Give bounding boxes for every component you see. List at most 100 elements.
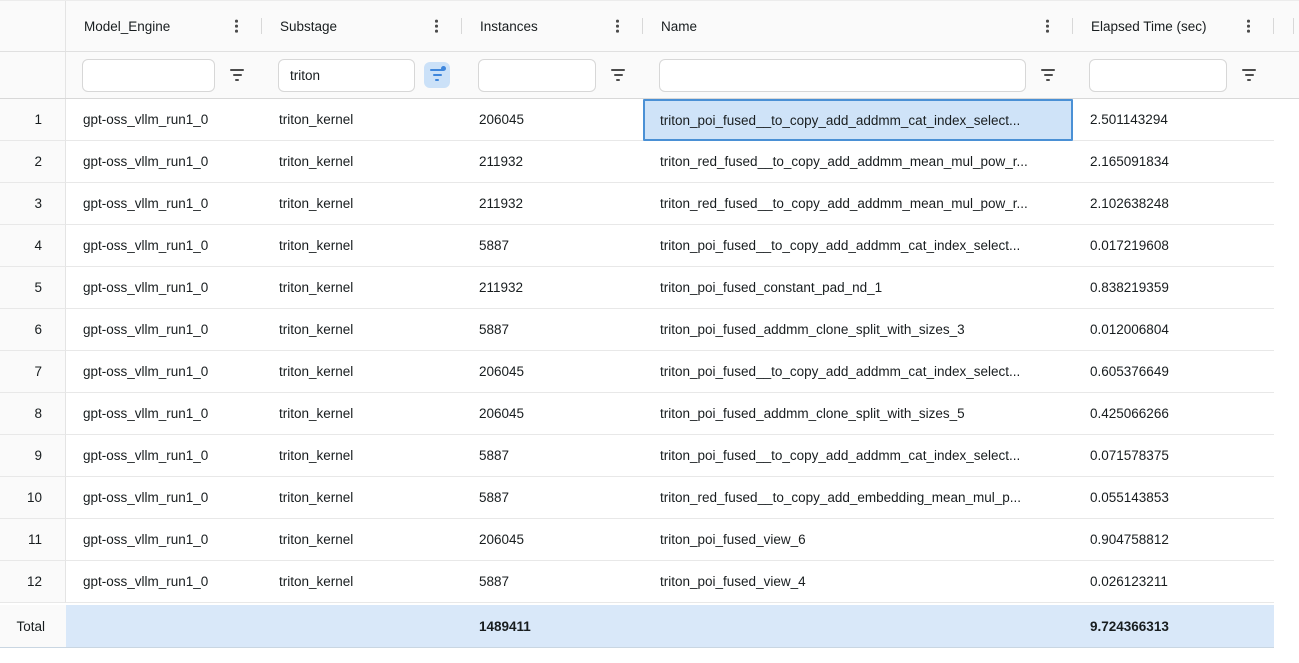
name-cell[interactable]: triton_poi_fused__to_copy_add_addmm_cat_… (643, 225, 1073, 267)
filter-funnel-icon[interactable] (605, 62, 631, 88)
column-header-name[interactable]: Name (643, 1, 1073, 51)
instances-cell[interactable]: 5887 (462, 309, 643, 351)
substage-cell[interactable]: triton_kernel (262, 183, 462, 225)
name-cell-selected[interactable]: triton_poi_fused__to_copy_add_addmm_cat_… (643, 99, 1073, 141)
model-engine-cell[interactable]: gpt-oss_vllm_run1_0 (66, 477, 262, 519)
elapsed-time-cell[interactable]: 0.071578375 (1073, 435, 1274, 477)
substage-filter-input[interactable] (278, 59, 415, 92)
elapsed-time-filter-input[interactable] (1089, 59, 1227, 92)
substage-cell[interactable]: triton_kernel (262, 309, 462, 351)
column-header-substage[interactable]: Substage (262, 1, 462, 51)
name-cell[interactable]: triton_poi_fused__to_copy_add_addmm_cat_… (643, 351, 1073, 393)
table-row[interactable]: 5 gpt-oss_vllm_run1_0 triton_kernel 2119… (0, 267, 1299, 309)
filter-funnel-icon[interactable] (1035, 62, 1061, 88)
substage-cell[interactable]: triton_kernel (262, 519, 462, 561)
elapsed-time-cell[interactable]: 0.017219608 (1073, 225, 1274, 267)
table-row[interactable]: 10 gpt-oss_vllm_run1_0 triton_kernel 588… (0, 477, 1299, 519)
column-menu-icon[interactable] (1042, 16, 1053, 37)
name-cell[interactable]: triton_poi_fused_addmm_clone_split_with_… (643, 393, 1073, 435)
instances-cell[interactable]: 211932 (462, 141, 643, 183)
table-row[interactable]: 9 gpt-oss_vllm_run1_0 triton_kernel 5887… (0, 435, 1299, 477)
grid-edge-separator (1293, 18, 1294, 34)
filter-funnel-icon-active[interactable] (424, 62, 450, 88)
substage-cell[interactable]: triton_kernel (262, 99, 462, 141)
model-engine-cell[interactable]: gpt-oss_vllm_run1_0 (66, 183, 262, 225)
filter-funnel-icon[interactable] (1236, 62, 1262, 88)
substage-cell[interactable]: triton_kernel (262, 225, 462, 267)
instances-cell[interactable]: 211932 (462, 183, 643, 225)
filter-funnel-icon[interactable] (224, 62, 250, 88)
name-cell[interactable]: triton_poi_fused__to_copy_add_addmm_cat_… (643, 435, 1073, 477)
column-menu-icon[interactable] (612, 16, 623, 37)
table-row[interactable]: 3 gpt-oss_vllm_run1_0 triton_kernel 2119… (0, 183, 1299, 225)
table-row[interactable]: 12 gpt-oss_vllm_run1_0 triton_kernel 588… (0, 561, 1299, 603)
model-engine-filter-input[interactable] (82, 59, 215, 92)
substage-cell[interactable]: triton_kernel (262, 561, 462, 603)
row-number: 5 (0, 267, 66, 309)
column-header-elapsed-time[interactable]: Elapsed Time (sec) (1073, 1, 1274, 51)
table-row[interactable]: 2 gpt-oss_vllm_run1_0 triton_kernel 2119… (0, 141, 1299, 183)
instances-cell[interactable]: 206045 (462, 99, 643, 141)
table-row[interactable]: 7 gpt-oss_vllm_run1_0 triton_kernel 2060… (0, 351, 1299, 393)
instances-cell[interactable]: 5887 (462, 435, 643, 477)
instances-filter-input[interactable] (478, 59, 596, 92)
model-engine-cell[interactable]: gpt-oss_vllm_run1_0 (66, 393, 262, 435)
column-menu-icon[interactable] (431, 16, 442, 37)
name-cell[interactable]: triton_poi_fused_constant_pad_nd_1 (643, 267, 1073, 309)
filter-row-gutter (1274, 52, 1299, 98)
row-number: 10 (0, 477, 66, 519)
elapsed-time-cell[interactable]: 0.605376649 (1073, 351, 1274, 393)
row-gutter (1274, 561, 1299, 603)
instances-cell[interactable]: 206045 (462, 351, 643, 393)
name-cell[interactable]: triton_red_fused__to_copy_add_addmm_mean… (643, 183, 1073, 225)
elapsed-time-cell[interactable]: 0.904758812 (1073, 519, 1274, 561)
instances-cell[interactable]: 5887 (462, 561, 643, 603)
substage-cell[interactable]: triton_kernel (262, 351, 462, 393)
substage-cell[interactable]: triton_kernel (262, 267, 462, 309)
instances-cell[interactable]: 5887 (462, 477, 643, 519)
elapsed-time-cell[interactable]: 0.838219359 (1073, 267, 1274, 309)
column-header-instances[interactable]: Instances (462, 1, 643, 51)
model-engine-cell[interactable]: gpt-oss_vllm_run1_0 (66, 99, 262, 141)
model-engine-cell[interactable]: gpt-oss_vllm_run1_0 (66, 351, 262, 393)
table-row[interactable]: 11 gpt-oss_vllm_run1_0 triton_kernel 206… (0, 519, 1299, 561)
column-header-model-engine[interactable]: Model_Engine (66, 1, 262, 51)
substage-cell[interactable]: triton_kernel (262, 393, 462, 435)
instances-cell[interactable]: 5887 (462, 225, 643, 267)
elapsed-time-cell[interactable]: 2.501143294 (1073, 99, 1274, 141)
column-menu-icon[interactable] (1243, 16, 1254, 37)
model-engine-cell[interactable]: gpt-oss_vllm_run1_0 (66, 225, 262, 267)
name-cell[interactable]: triton_poi_fused_view_6 (643, 519, 1073, 561)
model-engine-cell[interactable]: gpt-oss_vllm_run1_0 (66, 435, 262, 477)
model-engine-cell[interactable]: gpt-oss_vllm_run1_0 (66, 561, 262, 603)
table-row[interactable]: 6 gpt-oss_vllm_run1_0 triton_kernel 5887… (0, 309, 1299, 351)
column-menu-icon[interactable] (231, 16, 242, 37)
model-engine-cell[interactable]: gpt-oss_vllm_run1_0 (66, 141, 262, 183)
model-engine-cell[interactable]: gpt-oss_vllm_run1_0 (66, 267, 262, 309)
elapsed-time-cell[interactable]: 0.425066266 (1073, 393, 1274, 435)
instances-cell[interactable]: 206045 (462, 519, 643, 561)
instances-cell[interactable]: 211932 (462, 267, 643, 309)
elapsed-time-cell[interactable]: 0.026123211 (1073, 561, 1274, 603)
substage-cell[interactable]: triton_kernel (262, 435, 462, 477)
name-cell[interactable]: triton_red_fused__to_copy_add_addmm_mean… (643, 141, 1073, 183)
model-engine-cell[interactable]: gpt-oss_vllm_run1_0 (66, 309, 262, 351)
name-filter-input[interactable] (659, 59, 1026, 92)
table-row[interactable]: 4 gpt-oss_vllm_run1_0 triton_kernel 5887… (0, 225, 1299, 267)
name-cell[interactable]: triton_poi_fused_addmm_clone_split_with_… (643, 309, 1073, 351)
substage-cell[interactable]: triton_kernel (262, 141, 462, 183)
row-number: 12 (0, 561, 66, 603)
substage-cell[interactable]: triton_kernel (262, 477, 462, 519)
elapsed-time-cell[interactable]: 2.165091834 (1073, 141, 1274, 183)
elapsed-time-cell[interactable]: 0.012006804 (1073, 309, 1274, 351)
elapsed-time-cell[interactable]: 2.102638248 (1073, 183, 1274, 225)
name-cell[interactable]: triton_poi_fused_view_4 (643, 561, 1073, 603)
filter-row (0, 52, 1299, 99)
total-elapsed-value: 9.724366313 (1073, 605, 1274, 648)
instances-cell[interactable]: 206045 (462, 393, 643, 435)
name-cell[interactable]: triton_red_fused__to_copy_add_embedding_… (643, 477, 1073, 519)
model-engine-cell[interactable]: gpt-oss_vllm_run1_0 (66, 519, 262, 561)
table-row[interactable]: 1 gpt-oss_vllm_run1_0 triton_kernel 2060… (0, 99, 1299, 141)
elapsed-time-cell[interactable]: 0.055143853 (1073, 477, 1274, 519)
table-row[interactable]: 8 gpt-oss_vllm_run1_0 triton_kernel 2060… (0, 393, 1299, 435)
